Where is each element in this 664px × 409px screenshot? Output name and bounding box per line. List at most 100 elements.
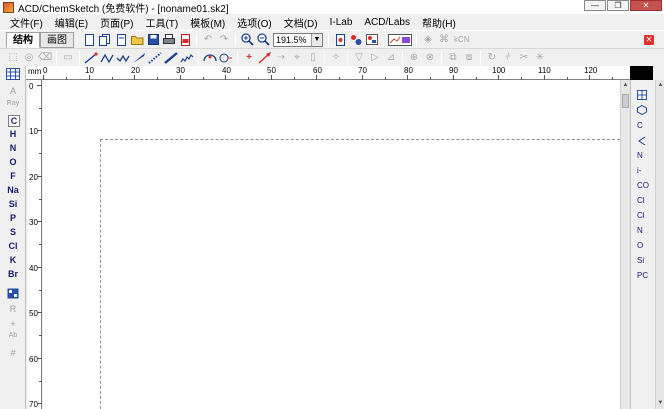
open-folder-icon[interactable] — [130, 33, 144, 47]
flip-vertical-icon[interactable]: ▽ — [352, 51, 366, 65]
eraser-icon[interactable]: ⌫ — [38, 51, 52, 65]
menu-file[interactable]: 文件(F) — [6, 15, 51, 30]
show-page-icon[interactable] — [333, 33, 347, 47]
template-i[interactable]: i- — [637, 166, 641, 175]
atom-number-tool[interactable]: # — [0, 348, 26, 358]
add-charge-icon[interactable]: + — [242, 51, 256, 65]
atoms-icon[interactable] — [349, 33, 363, 47]
scroll-down-icon[interactable]: ▼ — [656, 400, 664, 406]
zoom-in-icon[interactable] — [240, 33, 254, 47]
close-button[interactable]: ✕ — [630, 0, 662, 11]
ungroup-icon[interactable]: ⧈ — [462, 51, 476, 65]
group-icon[interactable]: ⧉ — [446, 51, 460, 65]
bond-icon[interactable] — [84, 51, 98, 65]
element-s[interactable]: S — [0, 227, 26, 237]
chain-icon[interactable] — [100, 51, 114, 65]
tab-structure[interactable]: 结构 — [6, 31, 40, 48]
menu-options[interactable]: 选项(O) — [233, 15, 279, 30]
center-icon[interactable]: ⊗ — [423, 51, 437, 65]
scroll-up-icon[interactable]: ▲ — [621, 82, 630, 91]
template-c[interactable]: C — [637, 121, 643, 130]
template-cl-1[interactable]: Cl — [637, 196, 645, 205]
close-document-icon[interactable]: ✕ — [644, 34, 654, 45]
menu-acdlabs[interactable]: ACD/Labs — [360, 17, 418, 28]
element-f[interactable]: F — [0, 171, 26, 181]
canvas-scrollbar[interactable]: ▲ — [620, 80, 630, 409]
rotate-3d-icon[interactable]: ⊿ — [384, 51, 398, 65]
template-cl-2[interactable]: Cl — [637, 211, 645, 220]
redo-icon[interactable]: ↷ — [217, 33, 231, 47]
charge-tool[interactable]: + — [0, 319, 26, 329]
zoom-select[interactable]: 191.5% ▼ — [273, 32, 323, 47]
save-icon[interactable] — [146, 33, 160, 47]
element-select[interactable]: A — [0, 86, 26, 96]
wavy-bond-icon[interactable] — [180, 51, 194, 65]
hashed-bond-icon[interactable] — [148, 51, 162, 65]
duplicate-page-icon[interactable] — [98, 33, 112, 47]
select-rect-icon[interactable]: ▭ — [61, 51, 75, 65]
scroll-thumb[interactable] — [622, 94, 629, 108]
drawing-canvas[interactable] — [43, 80, 620, 409]
new-doc-icon[interactable] — [114, 33, 128, 47]
element-br[interactable]: Br — [0, 269, 26, 279]
scissors-icon[interactable]: ✂ — [517, 51, 531, 65]
template-scrollbar[interactable]: ▲ ▼ — [655, 80, 664, 409]
menu-edit[interactable]: 编辑(E) — [51, 15, 96, 30]
maximize-button[interactable]: ❐ — [607, 0, 629, 11]
wedge-chain-icon[interactable] — [116, 51, 130, 65]
undo-icon[interactable]: ↶ — [201, 33, 215, 47]
check-icon[interactable]: ⌘ — [437, 33, 451, 47]
chart-icon[interactable] — [388, 33, 412, 47]
element-n[interactable]: N — [0, 143, 26, 153]
wedge-bond-icon[interactable] — [132, 51, 146, 65]
element-o[interactable]: O — [0, 157, 26, 167]
ring-icon[interactable] — [203, 51, 217, 65]
minimize-button[interactable]: — — [584, 0, 606, 11]
align-icon[interactable]: ▯ — [306, 51, 320, 65]
element-h[interactable]: H — [0, 129, 26, 139]
template-si[interactable]: Si — [637, 256, 644, 265]
template-o[interactable]: O — [637, 241, 643, 250]
scroll-up-icon[interactable]: ▲ — [656, 82, 664, 88]
ray-tool[interactable]: Ray — [0, 100, 26, 107]
menu-ilab[interactable]: I-Lab — [326, 17, 361, 28]
pdf-export-icon[interactable] — [178, 33, 192, 47]
element-na[interactable]: Na — [0, 185, 26, 195]
rotate-free-icon[interactable]: ↻ — [485, 51, 499, 65]
flip-horizontal-icon[interactable]: ▷ — [368, 51, 382, 65]
menu-page[interactable]: 页面(P) — [96, 15, 141, 30]
rotate-icon[interactable]: ◎ — [22, 51, 36, 65]
picture-icon[interactable] — [365, 33, 379, 47]
clean-icon[interactable]: ⌖ — [290, 51, 304, 65]
optimize-icon[interactable]: ✳ — [533, 51, 547, 65]
template-n-2[interactable]: N — [637, 226, 643, 235]
template-table-icon[interactable] — [637, 90, 647, 102]
periodic-table-icon[interactable] — [0, 68, 26, 82]
lasso-icon[interactable]: ⬚ — [6, 51, 20, 65]
menu-help[interactable]: 帮助(H) — [418, 15, 464, 30]
arrow-icon[interactable] — [258, 51, 272, 65]
menu-documents[interactable]: 文档(D) — [280, 15, 326, 30]
r-group-tool[interactable]: R — [0, 304, 26, 314]
template-ring-icon[interactable] — [637, 104, 647, 117]
reaction-icon[interactable]: ⇢ — [274, 51, 288, 65]
3d-view-icon[interactable]: ◈ — [421, 33, 435, 47]
flip-icon[interactable]: ✧ — [329, 51, 343, 65]
periodic-button[interactable] — [0, 288, 26, 301]
element-si[interactable]: Si — [0, 199, 26, 209]
isotope-icon[interactable]: Ab — [0, 332, 26, 339]
print-icon[interactable] — [162, 33, 176, 47]
tab-draw[interactable]: 画图 — [40, 31, 74, 48]
split-icon[interactable]: ⫩ — [501, 51, 515, 65]
new-page-icon[interactable] — [82, 33, 96, 47]
menu-tools[interactable]: 工具(T) — [141, 15, 186, 30]
zoom-out-icon[interactable] — [256, 33, 270, 47]
element-cl[interactable]: Cl — [0, 241, 26, 251]
template-n[interactable]: N — [637, 151, 643, 160]
template-pc[interactable]: PC — [637, 271, 648, 280]
menu-templates[interactable]: 模板(M) — [186, 15, 233, 30]
kcn-label[interactable]: kCN — [454, 35, 470, 44]
element-c[interactable]: C — [8, 115, 20, 127]
move-icon[interactable]: ⊕ — [407, 51, 421, 65]
element-p[interactable]: P — [0, 213, 26, 223]
